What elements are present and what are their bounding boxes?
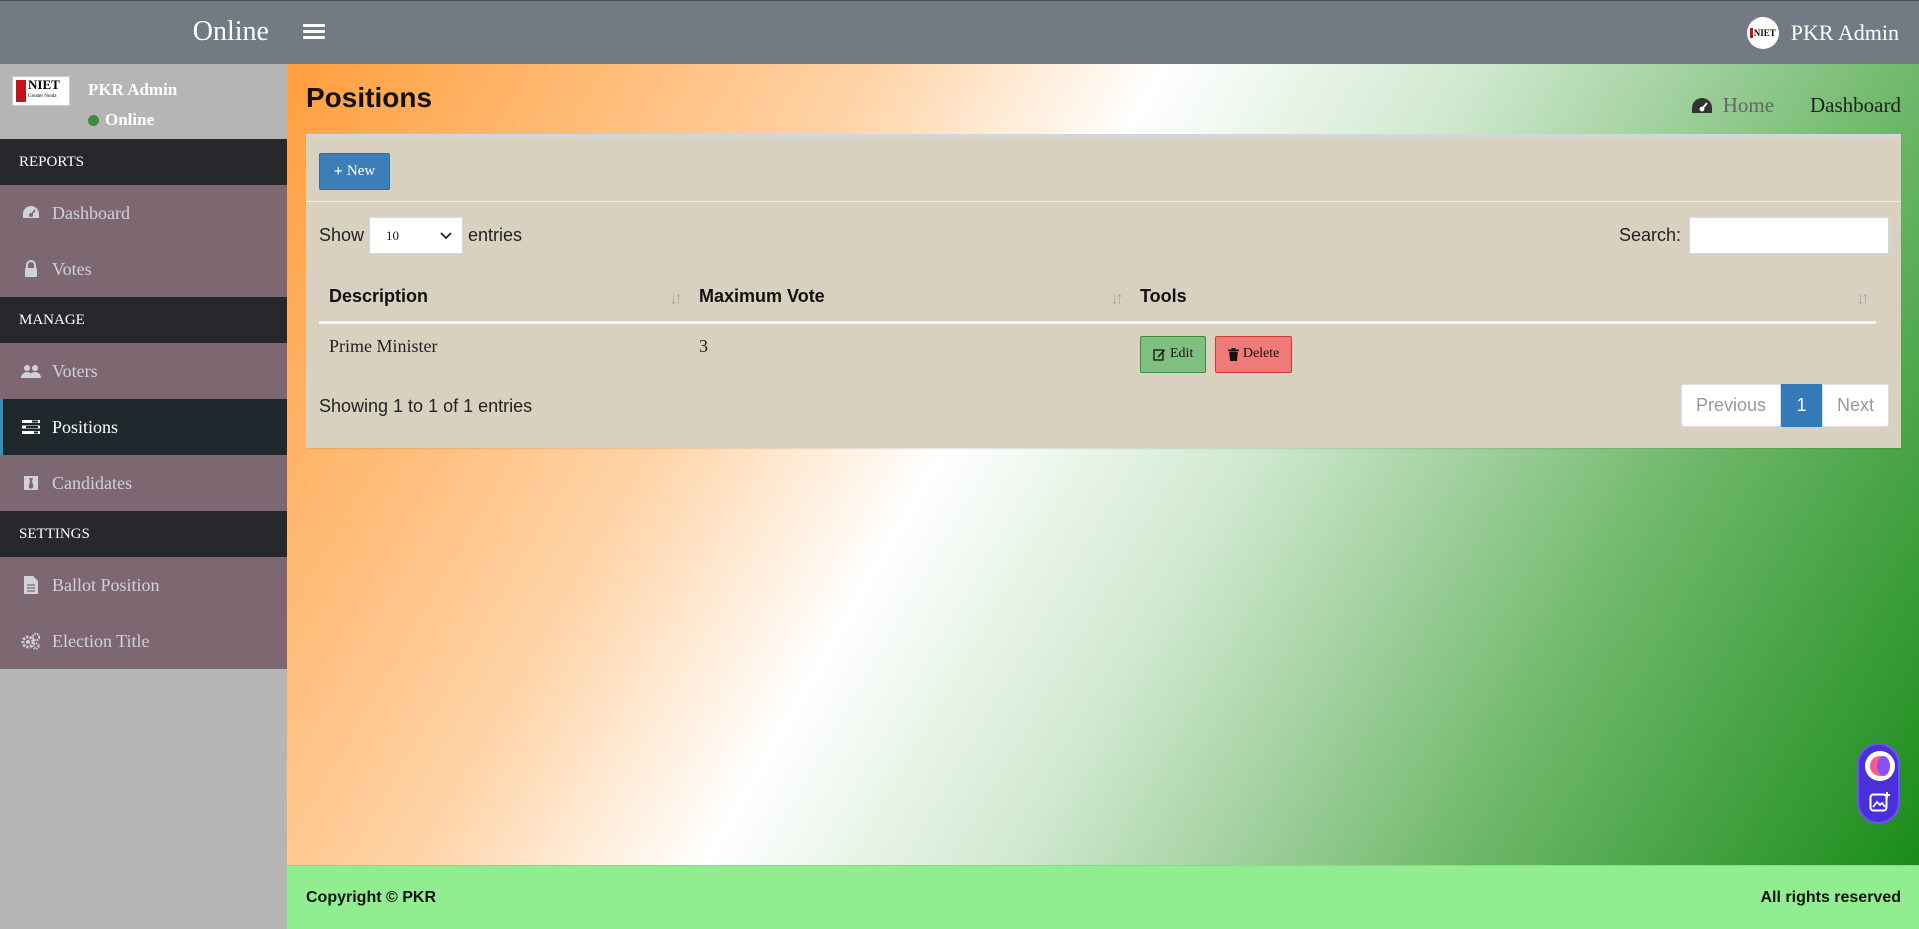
online-status: Online xyxy=(88,110,154,130)
black-tie-icon xyxy=(21,474,41,492)
breadcrumb-home[interactable]: Home xyxy=(1691,93,1774,118)
edit-button[interactable]: Edit xyxy=(1140,335,1207,373)
positions-box: + New Show 10 entries Search: Descriptio… xyxy=(306,134,1901,448)
page-title: Positions xyxy=(306,82,433,113)
breadcrumb-current: Dashboard xyxy=(1810,93,1901,117)
positions-table: Description ↓↑ Maximum Vote ↓↑ Tools ↓↑ Pri… xyxy=(319,272,1876,377)
assistant-logo-icon[interactable] xyxy=(1865,751,1895,781)
box-header: + New xyxy=(306,137,1901,202)
sidebar-item-candidates[interactable]: Candidates xyxy=(0,455,287,511)
footer-copyright: Copyright © PKR xyxy=(306,889,437,906)
cell-max-vote: 3 xyxy=(699,335,708,356)
table-row: Prime Minister 3 Edit Delete xyxy=(319,322,1876,377)
dashboard-icon xyxy=(21,204,41,222)
cogs-icon xyxy=(21,632,41,650)
table-search: Search: xyxy=(1619,217,1889,254)
footer-rights: All rights reserved xyxy=(1760,889,1902,906)
pagination-page-1[interactable]: 1 xyxy=(1781,384,1822,427)
pagination-next[interactable]: Next xyxy=(1822,384,1889,427)
user-panel: NIET Greater Noida PKR Admin Online xyxy=(0,64,287,139)
entries-select[interactable]: 10 xyxy=(369,217,464,254)
column-header-tools[interactable]: Tools ↓↑ xyxy=(1130,272,1876,324)
plus-icon: + xyxy=(333,162,343,180)
table-info: Showing 1 to 1 of 1 entries xyxy=(319,396,533,416)
file-text-icon xyxy=(21,576,41,594)
sidebar-item-ballot-position[interactable]: Ballot Position xyxy=(0,557,287,613)
chevron-down-icon xyxy=(440,231,452,239)
sort-icon: ↓↑ xyxy=(1110,288,1124,308)
image-add-icon[interactable] xyxy=(1869,791,1891,813)
delete-button[interactable]: Delete xyxy=(1214,335,1293,373)
content-wrapper: Positions Home Dashboard + New Show 10 e… xyxy=(287,64,1919,865)
sidebar-item-votes[interactable]: Votes xyxy=(0,241,287,297)
top-navbar: Online NIET PKR Admin xyxy=(0,0,1919,64)
tasks-icon xyxy=(21,418,41,436)
user-avatar: NIET xyxy=(1746,17,1779,49)
pagination-previous[interactable]: Previous xyxy=(1681,384,1781,427)
search-input[interactable] xyxy=(1689,217,1889,254)
menu-header-manage: MANAGE xyxy=(0,297,287,343)
sidebar-item-election-title[interactable]: Election Title xyxy=(0,613,287,669)
sidebar-user-name: PKR Admin xyxy=(88,80,178,99)
column-header-description[interactable]: Description ↓↑ xyxy=(319,272,689,324)
menu-header-reports: REPORTS xyxy=(0,139,287,185)
edit-icon xyxy=(1153,348,1165,361)
users-icon xyxy=(21,362,41,380)
sidebar-toggle-icon[interactable] xyxy=(303,21,325,43)
cell-tools: Edit Delete xyxy=(1130,322,1876,377)
online-dot-icon xyxy=(88,114,99,126)
floating-assistant-widget xyxy=(1857,743,1900,824)
institution-logo: NIET Greater Noida xyxy=(12,76,70,106)
sidebar-item-voters[interactable]: Voters xyxy=(0,343,287,399)
dashboard-icon xyxy=(1691,97,1712,113)
sort-icon: ↓↑ xyxy=(1856,288,1870,308)
trash-icon xyxy=(1227,347,1239,361)
user-menu-name: PKR Admin xyxy=(1790,20,1899,45)
entries-length-control: Show 10 entries xyxy=(319,217,522,254)
sidebar-item-dashboard[interactable]: Dashboard xyxy=(0,185,287,241)
app-brand[interactable]: Online xyxy=(0,1,287,65)
footer: Copyright © PKR All rights reserved xyxy=(287,865,1919,929)
user-menu[interactable]: NIET PKR Admin xyxy=(1746,15,1899,51)
menu-header-settings: SETTINGS xyxy=(0,511,287,557)
sidebar: NIET Greater Noida PKR Admin Online REPOR… xyxy=(0,64,287,929)
sort-icon: ↓↑ xyxy=(669,288,683,308)
lock-icon xyxy=(21,260,41,278)
column-header-maximum-vote[interactable]: Maximum Vote ↓↑ xyxy=(689,272,1130,324)
breadcrumb: Home Dashboard xyxy=(1691,93,1901,118)
pagination: Previous 1 Next xyxy=(1681,384,1889,427)
cell-description: Prime Minister xyxy=(329,335,438,356)
new-position-button[interactable]: + New xyxy=(319,153,390,190)
sidebar-item-positions[interactable]: Positions xyxy=(0,399,287,455)
